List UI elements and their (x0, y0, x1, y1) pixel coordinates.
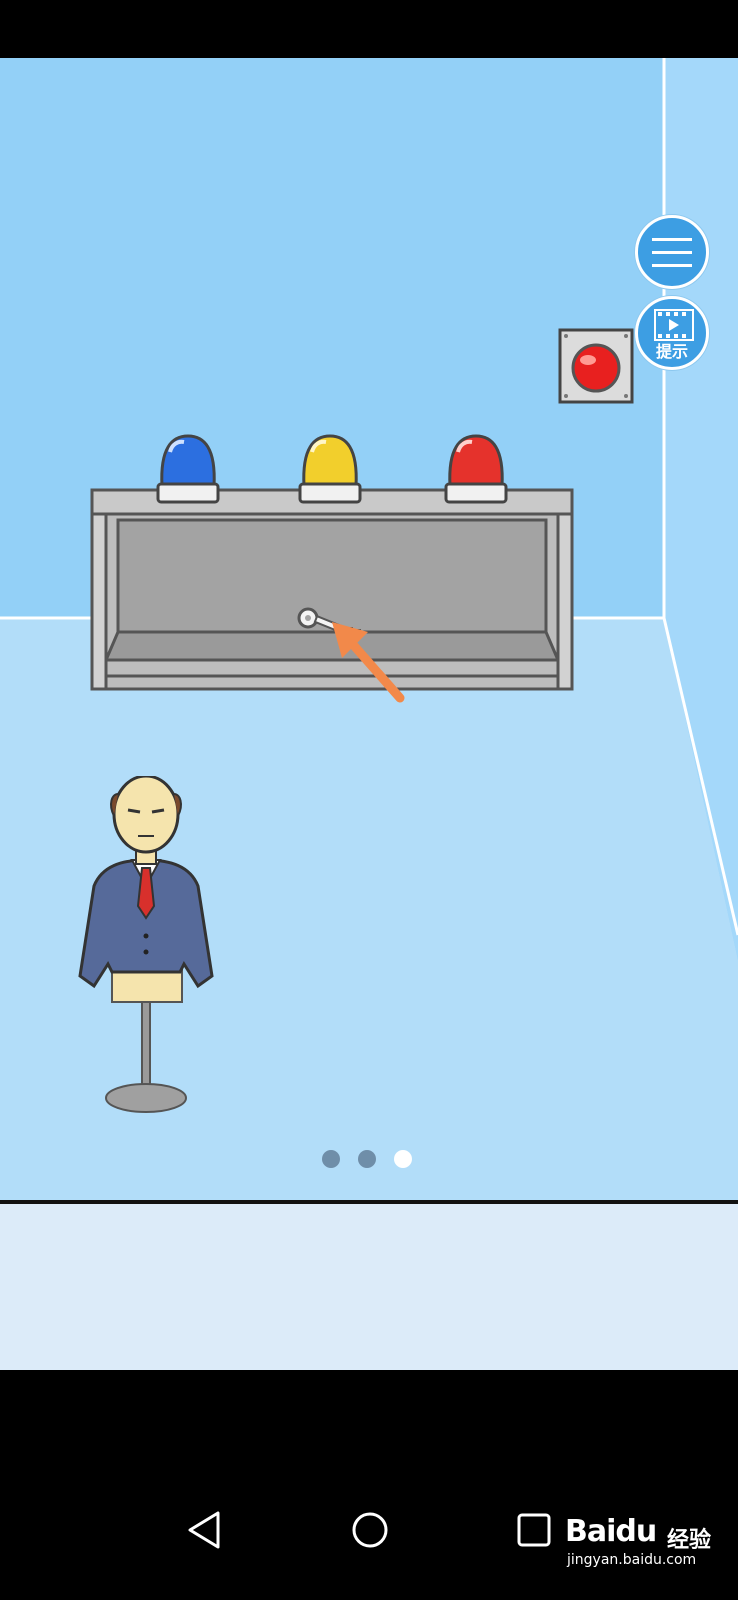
red-siren[interactable] (444, 434, 508, 504)
watermark-sub: 经验 (667, 1528, 712, 1553)
video-play-icon (654, 309, 694, 341)
status-bar (0, 0, 738, 58)
page-dot[interactable] (322, 1150, 340, 1168)
wall-red-button[interactable] (558, 328, 634, 404)
hint-button[interactable]: 提示 (635, 296, 709, 370)
yellow-siren[interactable] (298, 434, 362, 504)
home-circle-icon[interactable] (350, 1510, 390, 1550)
hamburger-menu-icon (652, 238, 692, 267)
watermark-brand: Baidu (565, 1514, 657, 1549)
recent-square-icon[interactable] (516, 1512, 552, 1548)
blue-siren[interactable] (156, 434, 220, 504)
back-triangle-icon[interactable] (186, 1510, 222, 1550)
suit-mannequin[interactable] (72, 776, 224, 1126)
orange-arrow-icon (332, 622, 405, 703)
page-indicator (322, 1150, 422, 1170)
watermark-url: jingyan.baidu.com (567, 1552, 697, 1568)
menu-button[interactable] (635, 215, 709, 289)
page-dot[interactable] (358, 1150, 376, 1168)
inventory-bar (0, 1200, 738, 1370)
watermark: Baidu 经验 jingyan.baidu.com (555, 1510, 735, 1580)
game-scene: 提示 (0, 58, 738, 1200)
hint-label: 提示 (655, 342, 688, 361)
page-dot-active[interactable] (394, 1150, 412, 1168)
